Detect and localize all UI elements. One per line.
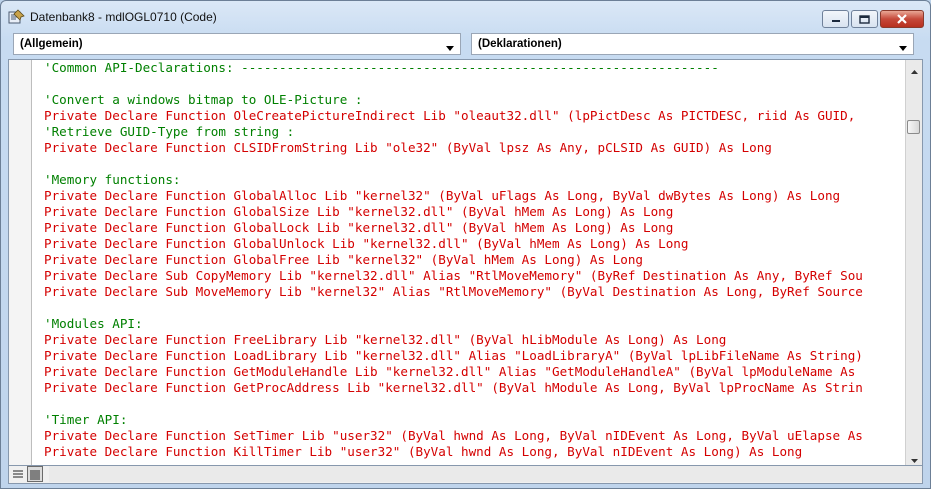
scroll-down-button[interactable] <box>906 449 922 465</box>
comment-line[interactable]: 'Modules API: <box>44 316 906 332</box>
code-line[interactable]: Private Declare Function GlobalFree Lib … <box>44 252 906 268</box>
blank-line[interactable] <box>44 156 906 172</box>
code-line[interactable]: Private Declare Function KillTimer Lib "… <box>44 444 906 460</box>
maximize-button[interactable] <box>851 10 878 28</box>
title-bar[interactable]: Datenbank8 - mdlOGL0710 (Code) <box>1 1 930 31</box>
procedure-view-icon <box>12 465 24 484</box>
code-window: Datenbank8 - mdlOGL0710 (Code) (Allgemei… <box>0 0 931 489</box>
scroll-thumb[interactable] <box>907 120 920 134</box>
code-line[interactable]: Private Declare Function GlobalSize Lib … <box>44 204 906 220</box>
maximize-icon <box>859 14 870 24</box>
comment-line[interactable]: 'Convert a windows bitmap to OLE-Picture… <box>44 92 906 108</box>
code-line[interactable]: Private Declare Function LoadLibrary Lib… <box>44 348 906 364</box>
window-title: Datenbank8 - mdlOGL0710 (Code) <box>30 10 217 24</box>
code-line[interactable]: Private Declare Function GetModuleHandle… <box>44 364 906 380</box>
horizontal-scrollbar[interactable] <box>49 466 922 482</box>
code-editor[interactable]: 'Common API-Declarations: --------------… <box>8 59 923 466</box>
code-line[interactable]: Private Declare Function GlobalLock Lib … <box>44 220 906 236</box>
full-module-view-button[interactable] <box>27 466 43 482</box>
scroll-up-button[interactable] <box>906 60 922 76</box>
code-line[interactable]: Private Declare Sub MoveMemory Lib "kern… <box>44 284 906 300</box>
blank-line[interactable] <box>44 300 906 316</box>
comment-line[interactable]: 'Common API-Declarations: --------------… <box>44 60 906 76</box>
comment-line[interactable]: 'Retrieve GUID-Type from string : <box>44 124 906 140</box>
chevron-down-icon <box>899 42 907 54</box>
blank-line[interactable] <box>44 76 906 92</box>
code-line[interactable]: Private Declare Function FreeLibrary Lib… <box>44 332 906 348</box>
procedure-view-button[interactable] <box>10 466 26 482</box>
procedure-dropdown-value: (Deklarationen) <box>478 38 562 50</box>
margin-indicator-bar[interactable] <box>9 60 32 465</box>
comment-line[interactable]: 'Timer API: <box>44 412 906 428</box>
code-line[interactable]: Private Declare Function GlobalUnlock Li… <box>44 236 906 252</box>
chevron-down-icon <box>910 448 918 467</box>
object-dropdown-value: (Allgemein) <box>20 38 83 50</box>
blank-line[interactable] <box>44 396 906 412</box>
vba-module-icon <box>8 9 26 25</box>
code-line[interactable]: Private Declare Function OleCreatePictur… <box>44 108 906 124</box>
combo-bar: (Allgemein) (Deklarationen) <box>13 33 918 55</box>
code-line[interactable]: Private Declare Sub CopyMemory Lib "kern… <box>44 268 906 284</box>
procedure-dropdown[interactable]: (Deklarationen) <box>471 33 914 55</box>
caption-buttons <box>820 10 924 28</box>
chevron-down-icon <box>446 42 454 54</box>
code-line[interactable]: Private Declare Function CLSIDFromString… <box>44 140 906 156</box>
close-icon <box>896 14 908 24</box>
vertical-scrollbar[interactable] <box>905 60 922 465</box>
code-line[interactable]: Private Declare Function SetTimer Lib "u… <box>44 428 906 444</box>
code-line[interactable]: Private Declare Function GlobalAlloc Lib… <box>44 188 906 204</box>
close-button[interactable] <box>880 10 924 28</box>
minimize-button[interactable] <box>822 10 849 28</box>
minimize-icon <box>831 15 841 23</box>
object-dropdown[interactable]: (Allgemein) <box>13 33 461 55</box>
editor-bottom-bar <box>8 466 923 484</box>
chevron-up-icon <box>910 59 918 78</box>
code-line[interactable]: Private Declare Function GetProcAddress … <box>44 380 906 396</box>
comment-line[interactable]: 'Memory functions: <box>44 172 906 188</box>
code-text-area[interactable]: 'Common API-Declarations: --------------… <box>44 60 906 465</box>
full-module-view-icon <box>29 465 41 484</box>
